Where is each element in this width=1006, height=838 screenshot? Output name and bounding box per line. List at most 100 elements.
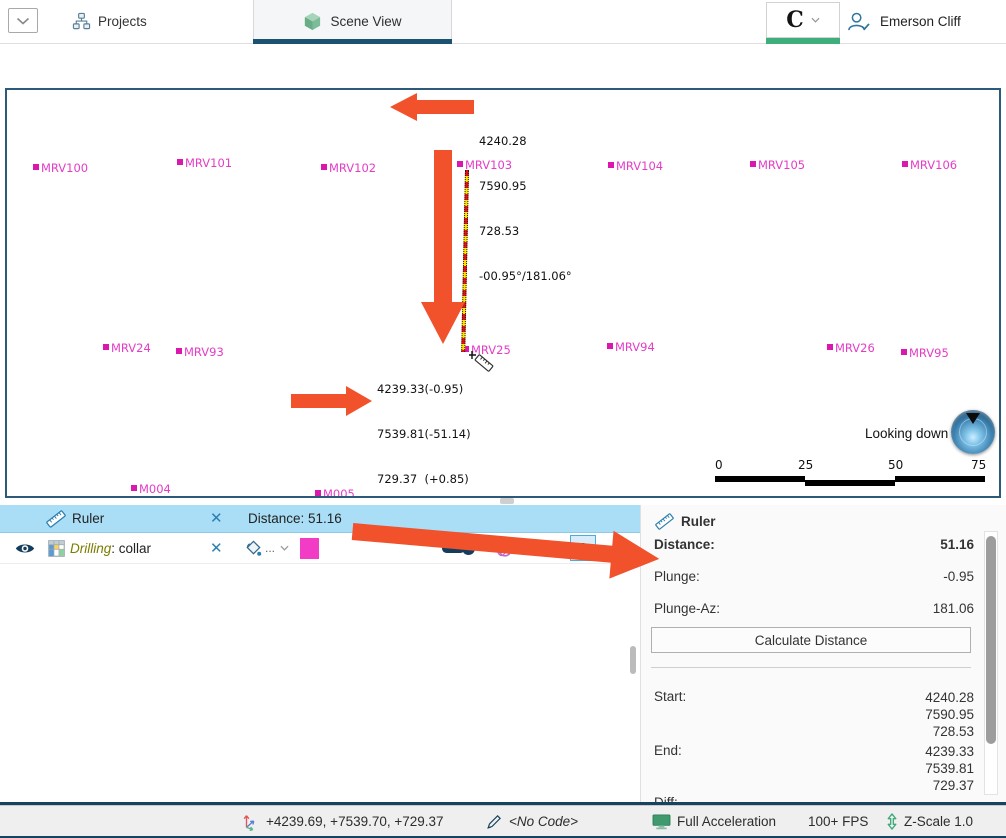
bucket-dropdown-chevron[interactable]	[280, 533, 289, 563]
collar-label-text: MRV26	[835, 341, 875, 355]
acceleration-label: Full Acceleration	[677, 814, 776, 829]
bucket-options-dots[interactable]: ...	[265, 533, 275, 563]
collar-label-MRV24: MRV24	[103, 341, 151, 355]
scene-viewport[interactable]: MRV100MRV101MRV102MRV103MRV104MRV105MRV1…	[5, 88, 1001, 498]
fps-status: 100+ FPS	[808, 806, 868, 837]
tab-projects[interactable]: Projects	[62, 0, 157, 43]
drilling-row-close-button[interactable]: ✕	[210, 533, 223, 563]
collar-label-text: MRV105	[758, 158, 805, 172]
scale-tick-0: 0	[715, 458, 723, 472]
close-icon: ✕	[210, 511, 223, 526]
collar-marker	[33, 164, 39, 170]
scene-toolbar: Look	[0, 44, 1006, 86]
ruler-end-annotation: 4239.33(-0.95) 7539.81(-51.14) 729.37 (+…	[377, 352, 471, 498]
ruler-cursor-icon	[469, 348, 495, 374]
collar-label-MRV95: MRV95	[901, 346, 949, 360]
collar-label-text: MRV104	[616, 159, 663, 173]
projects-icon	[72, 12, 91, 31]
panel-scrollbar[interactable]	[984, 531, 998, 795]
collar-marker	[901, 349, 907, 355]
compass-ball[interactable]	[951, 410, 995, 454]
collar-label-MRV106: MRV106	[902, 158, 957, 172]
collar-label-M005: M005	[315, 487, 355, 498]
collar-marker	[607, 343, 613, 349]
ruler-row-close-button[interactable]: ✕	[210, 505, 223, 532]
collar-label-MRV26: MRV26	[827, 341, 875, 355]
z-scale-status[interactable]: Z-Scale 1.0	[886, 806, 973, 837]
collar-label-MRV105: MRV105	[750, 158, 805, 172]
collar-label-MRV93: MRV93	[176, 345, 224, 359]
ruler-row-distance: Distance: 51.16	[248, 505, 342, 532]
user-icon	[846, 11, 871, 32]
collar-colour-swatch[interactable]	[300, 538, 319, 559]
collar-marker	[321, 164, 327, 170]
collar-label-text: MRV100	[41, 161, 88, 175]
central-connect-button[interactable]: C	[766, 2, 840, 38]
code-label: <No Code>	[509, 814, 578, 829]
panel-splitter-handle[interactable]	[630, 646, 636, 674]
collar-marker	[608, 162, 614, 168]
collar-label-MRV94: MRV94	[607, 340, 655, 354]
end-label: End:	[654, 743, 682, 758]
scale-tick-50: 50	[888, 458, 903, 472]
collar-marker	[131, 485, 137, 491]
collar-label-M004: M004	[131, 482, 171, 496]
scale-bar-segment	[715, 476, 805, 482]
ruler-panel-header: Ruler	[655, 512, 716, 531]
cursor-coordinates: +4239.69, +7539.70, +729.37	[242, 806, 444, 837]
collar-label-text: M004	[139, 482, 171, 496]
monitor-icon	[652, 814, 671, 830]
calculate-distance-button[interactable]: Calculate Distance	[651, 627, 971, 653]
close-icon: ✕	[210, 541, 223, 556]
collar-marker	[315, 490, 321, 496]
diff-label: Diff:	[654, 795, 678, 802]
user-account-button[interactable]: Emerson Cliff	[846, 0, 961, 43]
start-values: 4240.28 7590.95 728.53	[925, 689, 974, 740]
scene-cube-icon	[303, 12, 322, 31]
pencil-icon	[485, 813, 503, 831]
fps-label: 100+ FPS	[808, 814, 868, 829]
plunge-az-label: Plunge-Az:	[654, 601, 720, 616]
compass-north-marker	[966, 413, 980, 424]
window-menu-button[interactable]	[8, 8, 38, 33]
collar-label-text: MRV24	[111, 341, 151, 355]
start-label: Start:	[654, 689, 686, 704]
visibility-eye-icon[interactable]	[14, 533, 36, 563]
user-name-label: Emerson Cliff	[880, 14, 961, 29]
plunge-value: -0.95	[943, 569, 974, 584]
drilling-row-label: Drilling: collar	[70, 533, 151, 563]
end-values: 4239.33 7539.81 729.37	[925, 743, 974, 794]
axes-icon	[242, 812, 260, 831]
projects-tab-label: Projects	[98, 14, 147, 29]
z-scale-label: Z-Scale 1.0	[904, 814, 973, 829]
distance-value: 51.16	[940, 537, 974, 552]
callout-arrow-measure-line	[421, 150, 465, 344]
collar-marker	[103, 344, 109, 350]
scene-panel-splitter-handle[interactable]	[500, 498, 514, 504]
callout-arrow-ruler-tool	[390, 93, 474, 121]
collar-label-MRV102: MRV102	[321, 161, 376, 175]
scale-bar-segment	[895, 476, 985, 482]
chevron-down-icon	[16, 17, 30, 25]
collar-label-text: MRV94	[615, 340, 655, 354]
plunge-az-value: 181.06	[933, 601, 974, 616]
tab-scene-view[interactable]: Scene View	[253, 0, 452, 43]
collar-label-text: M005	[323, 487, 355, 498]
panel-divider	[651, 667, 971, 668]
scale-tick-25: 25	[798, 458, 813, 472]
collar-label-text: MRV93	[184, 345, 224, 359]
view-orientation-label: Looking down	[865, 426, 948, 441]
scale-bar-segment	[805, 480, 895, 486]
collar-label-MRV104: MRV104	[608, 159, 663, 173]
collar-marker	[750, 161, 756, 167]
collar-label-text: MRV106	[910, 158, 957, 172]
collar-marker	[827, 344, 833, 350]
z-scale-arrows-icon	[886, 813, 898, 830]
scrollbar-thumb[interactable]	[986, 536, 996, 744]
ruler-properties-panel: Ruler Distance: 51.16 Plunge: -0.95 Plun…	[640, 505, 1006, 802]
colour-bucket-icon[interactable]	[244, 533, 263, 563]
code-status: <No Code>	[485, 806, 578, 837]
collar-marker	[176, 348, 182, 354]
collar-label-text: MRV101	[185, 156, 232, 170]
table-icon	[48, 533, 65, 563]
